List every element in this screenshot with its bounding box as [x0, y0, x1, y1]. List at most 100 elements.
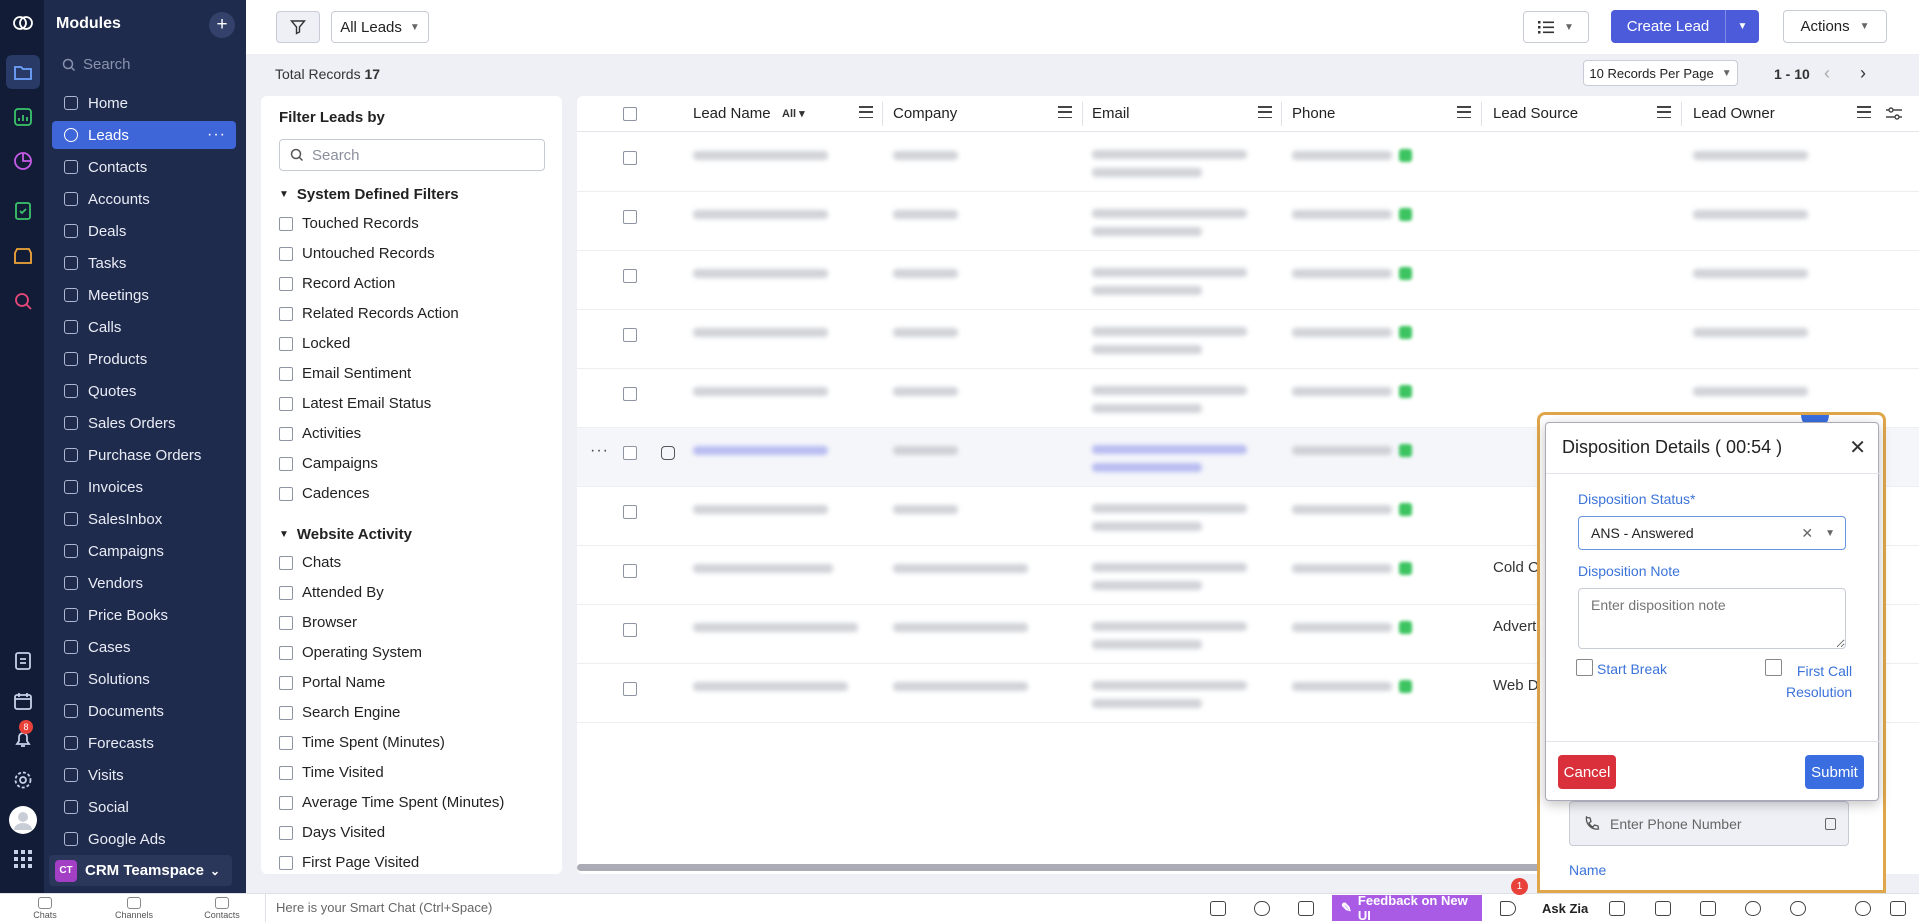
row-checkbox[interactable]	[623, 328, 637, 342]
filter-option[interactable]: Time Spent (Minutes)	[279, 734, 445, 751]
sidebar-item-deals[interactable]: Deals	[52, 217, 236, 245]
sidebar-item-contacts[interactable]: Contacts	[52, 153, 236, 181]
table-row[interactable]	[577, 192, 1919, 251]
filter-checkbox[interactable]	[279, 735, 293, 750]
call-icon[interactable]	[1399, 680, 1412, 693]
pie-icon[interactable]	[12, 150, 34, 172]
row-checkbox[interactable]	[623, 682, 637, 696]
lead-name-cell[interactable]	[693, 505, 828, 514]
filter-checkbox[interactable]	[279, 615, 293, 630]
call-icon[interactable]	[1399, 621, 1412, 634]
filter-toggle-button[interactable]	[276, 11, 320, 43]
alarm-icon[interactable]	[1745, 901, 1761, 916]
disposition-status-select[interactable]: ANS - Answered ✕ ▼	[1578, 516, 1846, 550]
lead-name-cell[interactable]	[693, 623, 858, 632]
phone-cell[interactable]	[1292, 564, 1392, 573]
cancel-button[interactable]: Cancel	[1558, 755, 1616, 789]
announcement-icon[interactable]	[1500, 901, 1516, 916]
view-select[interactable]: All Leads ▼	[331, 11, 429, 43]
row-checkbox[interactable]	[623, 446, 637, 460]
sidebar-item-calls[interactable]: Calls	[52, 313, 236, 341]
gear-icon[interactable]	[12, 769, 34, 791]
records-per-page-select[interactable]: 10 Records Per Page ▼	[1583, 60, 1738, 86]
smart-chat-input[interactable]: Here is your Smart Chat (Ctrl+Space)	[265, 894, 492, 922]
sidebar-item-purchase-orders[interactable]: Purchase Orders	[52, 441, 236, 469]
folder-icon[interactable]	[12, 61, 34, 83]
copy-icon[interactable]	[1825, 817, 1836, 830]
filter-option[interactable]: Touched Records	[279, 215, 419, 232]
submit-button[interactable]: Submit	[1805, 755, 1864, 789]
filter-checkbox[interactable]	[279, 675, 293, 690]
ask-zia-button[interactable]: Ask Zia	[1542, 901, 1588, 916]
phone-cell[interactable]	[1292, 328, 1392, 337]
quick-view-icon[interactable]	[661, 446, 675, 460]
email-cell[interactable]	[1092, 445, 1247, 454]
row-checkbox[interactable]	[623, 505, 637, 519]
phone-cell[interactable]	[1292, 387, 1392, 396]
filter-option[interactable]: Locked	[279, 335, 350, 352]
analytics-icon[interactable]	[12, 106, 34, 128]
phone-number-input[interactable]: Enter Phone Number	[1569, 801, 1849, 846]
checklist-icon[interactable]	[1609, 901, 1625, 916]
filter-option[interactable]: Portal Name	[279, 674, 385, 691]
col-lead-source[interactable]: Lead Source	[1493, 105, 1578, 122]
sidebar-item-accounts[interactable]: Accounts	[52, 185, 236, 213]
lead-name-cell[interactable]	[693, 682, 848, 691]
translate-icon[interactable]	[1700, 901, 1716, 916]
sidebar-item-forecasts[interactable]: Forecasts	[52, 729, 236, 757]
filter-option[interactable]: Search Engine	[279, 704, 400, 721]
filter-checkbox[interactable]	[279, 486, 293, 501]
row-actions-icon[interactable]: ···	[590, 442, 609, 460]
sidebar-item-campaigns[interactable]: Campaigns	[52, 537, 236, 565]
lead-name-cell[interactable]	[693, 210, 828, 219]
filter-option[interactable]: Time Visited	[279, 764, 384, 781]
sidebar-item-documents[interactable]: Documents	[52, 697, 236, 725]
col-lead-owner[interactable]: Lead Owner	[1693, 105, 1775, 122]
email-cell[interactable]	[1092, 386, 1247, 395]
column-menu-icon[interactable]	[1258, 106, 1272, 122]
filter-checkbox[interactable]	[279, 456, 293, 471]
sidebar-item-visits[interactable]: Visits	[52, 761, 236, 789]
media-icon[interactable]	[1298, 901, 1314, 916]
email-cell[interactable]	[1092, 209, 1247, 218]
prev-page-button[interactable]: ‹	[1824, 63, 1830, 84]
clear-icon[interactable]: ✕	[1801, 525, 1813, 542]
lead-name-filter[interactable]: All ▾	[782, 107, 805, 120]
col-email[interactable]: Email	[1092, 105, 1130, 122]
add-module-button[interactable]: +	[209, 12, 235, 38]
row-checkbox[interactable]	[623, 269, 637, 283]
checklist-icon[interactable]	[12, 200, 34, 222]
row-checkbox[interactable]	[623, 151, 637, 165]
column-menu-icon[interactable]	[1857, 106, 1871, 122]
phone-cell[interactable]	[1292, 151, 1392, 160]
column-menu-icon[interactable]	[1058, 106, 1072, 122]
calendar-icon[interactable]	[1890, 901, 1906, 916]
lead-name-cell[interactable]	[693, 328, 828, 337]
filter-checkbox[interactable]	[279, 855, 293, 870]
filter-search-input[interactable]: Search	[279, 139, 545, 171]
select-all-checkbox[interactable]	[623, 107, 637, 121]
column-menu-icon[interactable]	[1657, 106, 1671, 122]
sidebar-item-price-books[interactable]: Price Books	[52, 601, 236, 629]
filter-checkbox[interactable]	[279, 246, 293, 261]
start-break-checkbox[interactable]: Start Break	[1576, 659, 1667, 677]
email-cell[interactable]	[1092, 268, 1247, 277]
close-icon[interactable]: ✕	[1849, 435, 1866, 460]
filter-checkbox[interactable]	[279, 396, 293, 411]
phone-cell[interactable]	[1292, 210, 1392, 219]
filter-checkbox[interactable]	[279, 555, 293, 570]
search-analytics-icon[interactable]	[12, 290, 34, 312]
sidebar-item-social[interactable]: Social	[52, 793, 236, 821]
filter-checkbox[interactable]	[279, 585, 293, 600]
phone-cell[interactable]	[1292, 623, 1392, 632]
accessibility-icon[interactable]	[1855, 901, 1871, 916]
expand-icon[interactable]	[1655, 901, 1671, 916]
store-icon[interactable]	[12, 245, 34, 267]
column-menu-icon[interactable]	[1457, 106, 1471, 122]
column-settings-icon[interactable]	[1886, 107, 1902, 121]
avatar[interactable]	[8, 805, 38, 835]
filter-option[interactable]: Activities	[279, 425, 361, 442]
email-cell[interactable]	[1092, 681, 1247, 690]
table-row[interactable]	[577, 310, 1919, 369]
filter-checkbox[interactable]	[279, 825, 293, 840]
